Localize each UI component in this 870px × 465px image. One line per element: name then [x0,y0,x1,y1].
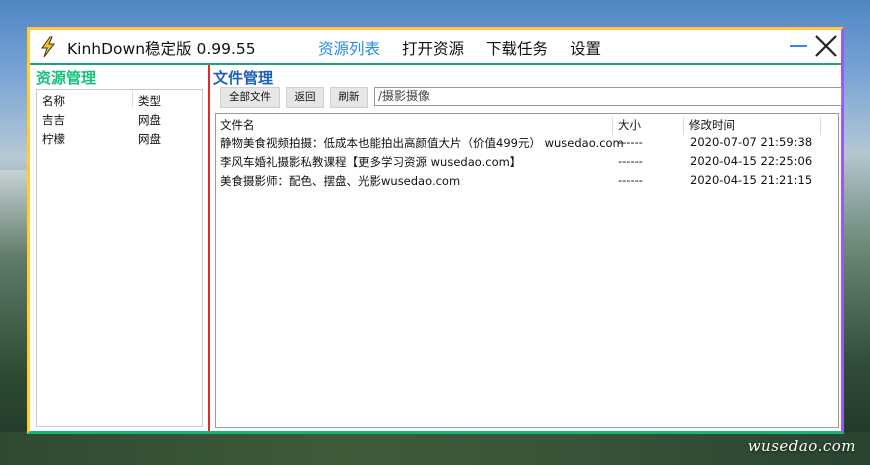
column-header-size[interactable]: 大小 [618,117,641,133]
file-name: 李风车婚礼摄影私教课程【更多学习资源 wusedao.com】 [220,155,522,169]
file-panel: 文件管理 全部文件 返回 刷新 文件名 大小 修改时间 静物美食视频拍摄：低成本… [211,65,842,431]
main-nav: 资源列表 打开资源 下载任务 设置 [318,37,601,59]
nav-item-resource-list[interactable]: 资源列表 [318,37,380,59]
column-divider [132,91,133,107]
resource-row[interactable]: 吉吉 网盘 [37,109,202,128]
file-row[interactable]: 李风车婚礼摄影私教课程【更多学习资源 wusedao.com】 ------ 2… [216,152,838,171]
file-table: 文件名 大小 修改时间 静物美食视频拍摄：低成本也能拍出高颜值大片（价值499元… [215,113,839,428]
file-table-header: 文件名 大小 修改时间 [216,114,838,135]
file-size: ------ [618,154,643,168]
resource-type: 网盘 [138,132,161,146]
file-row[interactable]: 静物美食视频拍摄：低成本也能拍出高颜值大片（价值499元） wusedao.co… [216,133,838,152]
file-modified: 2020-07-07 21:59:38 [690,135,813,149]
nav-item-download-tasks[interactable]: 下载任务 [486,37,548,59]
resource-name: 吉吉 [42,113,65,127]
nav-item-open-resource[interactable]: 打开资源 [402,37,464,59]
column-header-name[interactable]: 名称 [42,93,65,109]
nav-item-settings[interactable]: 设置 [570,37,601,59]
refresh-button[interactable]: 刷新 [330,87,368,108]
column-header-modified[interactable]: 修改时间 [689,117,735,133]
title-bar: KinhDown稳定版 0.99.55 资源列表 打开资源 下载任务 设置 [30,30,841,63]
file-modified: 2020-04-15 22:25:06 [690,154,813,168]
close-icon[interactable] [813,33,839,59]
app-title: KinhDown稳定版 0.99.55 [67,40,256,58]
watermark-text: wusedao.com [747,437,856,455]
background-ground [0,432,870,465]
file-name: 静物美食视频拍摄：低成本也能拍出高颜值大片（价值499元） wusedao.co… [220,136,624,150]
file-modified: 2020-04-15 21:21:15 [690,173,813,187]
all-files-button[interactable]: 全部文件 [220,87,280,108]
file-size: ------ [618,173,643,187]
file-name: 美食摄影师：配色、摆盘、光影wusedao.com [220,174,461,188]
lightning-icon [38,36,58,58]
background-mountain-right [840,150,870,465]
resource-list-header: 名称 类型 [37,90,202,109]
path-input[interactable] [374,87,842,106]
resource-name: 柠檬 [42,132,65,146]
column-header-type[interactable]: 类型 [138,93,161,109]
file-row[interactable]: 美食摄影师：配色、摆盘、光影wusedao.com ------ 2020-04… [216,171,838,190]
resource-panel-title: 资源管理 [36,69,97,87]
resource-type: 网盘 [138,113,161,127]
resource-panel: 资源管理 名称 类型 吉吉 网盘 柠檬 网盘 [30,65,210,431]
minimize-button[interactable] [790,45,807,47]
resource-row[interactable]: 柠檬 网盘 [37,128,202,147]
column-header-filename[interactable]: 文件名 [220,117,255,133]
back-button[interactable]: 返回 [286,87,324,108]
app-window: KinhDown稳定版 0.99.55 资源列表 打开资源 下载任务 设置 资源… [27,27,844,434]
file-panel-title: 文件管理 [213,69,274,87]
resource-list: 名称 类型 吉吉 网盘 柠檬 网盘 [36,89,203,427]
file-size: ------ [618,135,643,149]
